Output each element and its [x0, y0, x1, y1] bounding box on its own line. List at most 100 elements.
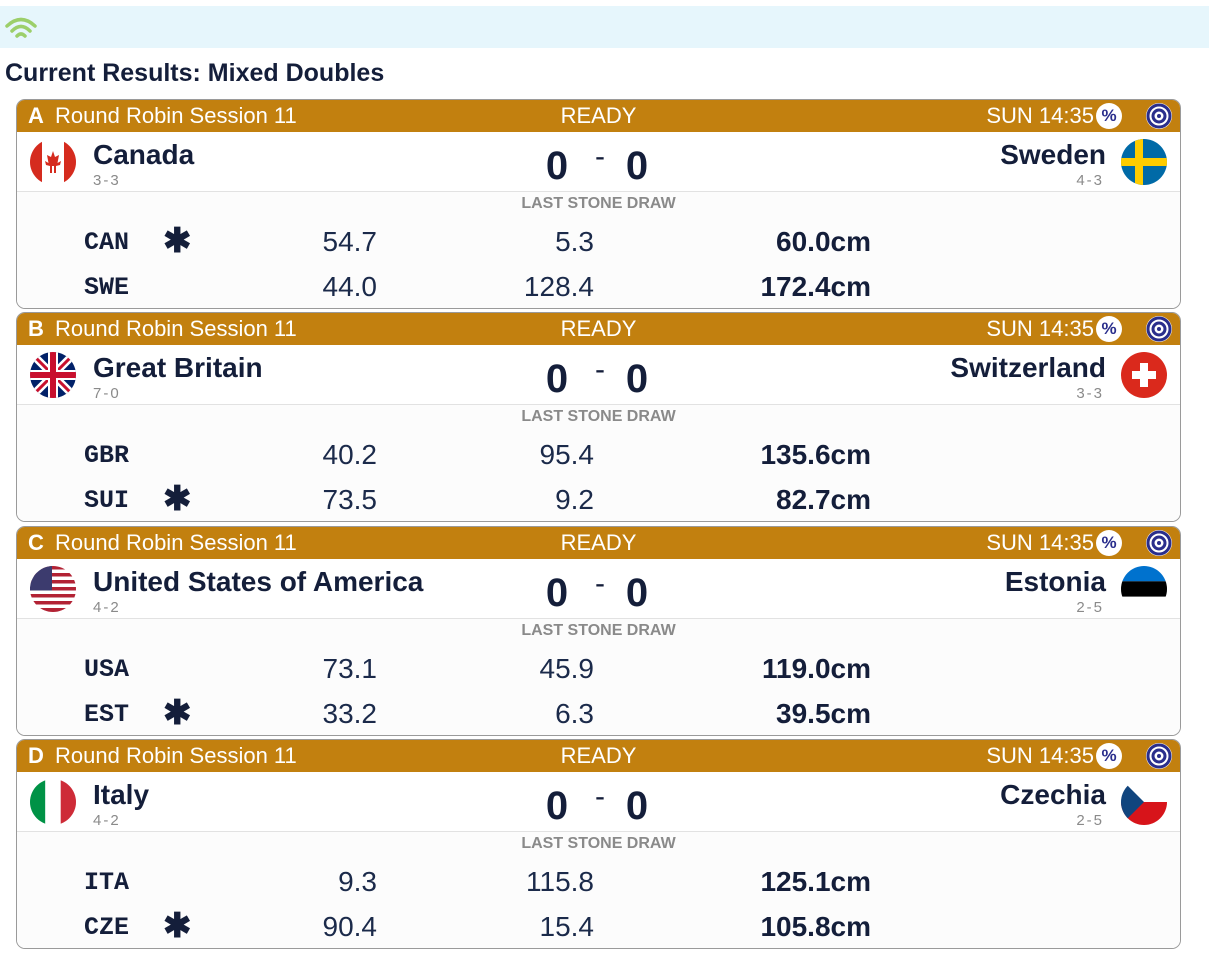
score-left: 0 [545, 784, 569, 828]
lsd-row: CZE ✱ 90.4 15.4 105.8cm [17, 907, 1180, 947]
game-time: SUN 14:35 [986, 316, 1094, 341]
game-header: B Round Robin Session 11 READY SUN 14:35… [17, 313, 1180, 345]
game-time: SUN 14:35 [986, 743, 1094, 768]
percentage-icon[interactable]: % [1096, 103, 1122, 129]
team-code: SUI [84, 486, 130, 515]
hammer-icon: ✱ [163, 907, 192, 945]
game-card[interactable]: A Round Robin Session 11 READY SUN 14:35… [16, 99, 1181, 309]
score-right: 0 [625, 144, 649, 188]
draw-1-value: 44.0 [322, 271, 378, 302]
game-time: SUN 14:35 [986, 530, 1094, 555]
draw-2-value: 6.3 [555, 698, 594, 729]
switzerland-flag-icon [1121, 352, 1167, 398]
draw-1-value: 9.3 [338, 866, 377, 897]
hammer-icon: ✱ [163, 222, 192, 260]
great-britain-flag-icon [30, 352, 76, 398]
score-left: 0 [545, 144, 569, 188]
team-name-left: Canada [93, 139, 195, 170]
percentage-icon[interactable]: % [1096, 743, 1122, 769]
draw-2-value: 15.4 [539, 911, 595, 942]
team-name-left: Great Britain [93, 352, 263, 383]
czechia-flag-icon [1121, 779, 1167, 825]
percentage-icon[interactable]: % [1096, 316, 1122, 342]
lsd-section: LAST STONE DRAW USA 73.1 45.9 119.0cm ES… [17, 618, 1180, 735]
team-record-left: 4-2 [93, 812, 121, 829]
lsd-section: LAST STONE DRAW GBR 40.2 95.4 135.6cm SU… [17, 404, 1180, 521]
team-code: EST [84, 700, 130, 729]
sweden-flag-icon [1121, 139, 1167, 185]
score-right: 0 [625, 571, 649, 615]
team-name-left: United States of America [93, 566, 424, 597]
team-name-right: Sweden [1000, 139, 1106, 170]
score-separator: - [595, 567, 605, 600]
team-code: GBR [84, 441, 130, 470]
score-right: 0 [625, 357, 649, 401]
page-title: Current Results: Mixed Doubles [5, 59, 385, 87]
draw-1-value: 73.5 [322, 484, 378, 515]
draw-2-value: 115.8 [526, 866, 594, 897]
game-card[interactable]: B Round Robin Session 11 READY SUN 14:35… [16, 312, 1181, 522]
lsd-total: 82.7cm [776, 484, 871, 515]
team-name-left: Italy [93, 779, 150, 810]
score-separator: - [595, 780, 605, 813]
lsd-section: LAST STONE DRAW CAN ✱ 54.7 5.3 60.0cm SW… [17, 191, 1180, 308]
team-code: CZE [84, 913, 130, 942]
percentage-icon[interactable]: % [1096, 530, 1122, 556]
target-icon[interactable] [1146, 103, 1172, 129]
draw-1-value: 73.1 [322, 653, 378, 684]
lsd-label: LAST STONE DRAW [521, 408, 676, 425]
lsd-total: 125.1cm [760, 866, 871, 897]
lsd-row: USA 73.1 45.9 119.0cm [17, 649, 1180, 689]
draw-2-value: 9.2 [555, 484, 594, 515]
team-record-left: 3-3 [93, 172, 121, 189]
top-bar [0, 6, 1209, 48]
lsd-row: GBR 40.2 95.4 135.6cm [17, 435, 1180, 475]
team-name-right: Estonia [1004, 566, 1106, 597]
draw-1-value: 54.7 [322, 226, 378, 257]
score-left: 0 [545, 571, 569, 615]
target-icon[interactable] [1146, 530, 1172, 556]
score-separator: - [595, 353, 605, 386]
team-record-right: 3-3 [1076, 385, 1104, 402]
team-code: CAN [84, 228, 130, 257]
draw-2-value: 45.9 [539, 653, 595, 684]
wifi-icon [5, 17, 37, 38]
game-card[interactable]: D Round Robin Session 11 READY SUN 14:35… [16, 739, 1181, 949]
lsd-label: LAST STONE DRAW [521, 195, 676, 212]
lsd-total: 172.4cm [760, 271, 871, 302]
target-icon[interactable] [1146, 316, 1172, 342]
estonia-flag-icon [1121, 566, 1167, 612]
team-name-right: Czechia [1000, 779, 1106, 810]
lsd-row: ITA 9.3 115.8 125.1cm [17, 862, 1180, 902]
lsd-row: SWE 44.0 128.4 172.4cm [17, 267, 1180, 307]
team-record-left: 7-0 [93, 385, 121, 402]
draw-2-value: 95.4 [539, 439, 595, 470]
lsd-row: SUI ✱ 73.5 9.2 82.7cm [17, 480, 1180, 520]
lsd-total: 105.8cm [760, 911, 871, 942]
team-code: SWE [84, 273, 130, 302]
score-left: 0 [545, 357, 569, 401]
usa-flag-icon [30, 566, 76, 612]
team-name-right: Switzerland [950, 352, 1106, 383]
draw-2-value: 5.3 [555, 226, 594, 257]
team-record-right: 2-5 [1076, 812, 1104, 829]
score-right: 0 [625, 784, 649, 828]
lsd-total: 119.0cm [762, 653, 871, 684]
draw-1-value: 33.2 [322, 698, 378, 729]
draw-2-value: 128.4 [523, 271, 594, 302]
lsd-total: 39.5cm [776, 698, 871, 729]
game-card[interactable]: C Round Robin Session 11 READY SUN 14:35… [16, 526, 1181, 736]
lsd-total: 60.0cm [776, 226, 871, 257]
game-header: A Round Robin Session 11 READY SUN 14:35… [17, 100, 1180, 132]
italy-flag-icon [30, 779, 76, 825]
score-separator: - [595, 140, 605, 173]
lsd-label: LAST STONE DRAW [521, 622, 676, 639]
game-header: C Round Robin Session 11 READY SUN 14:35… [17, 527, 1180, 559]
hammer-icon: ✱ [163, 694, 192, 732]
lsd-total: 135.6cm [760, 439, 871, 470]
team-record-right: 2-5 [1076, 599, 1104, 616]
target-icon[interactable] [1146, 743, 1172, 769]
game-header: D Round Robin Session 11 READY SUN 14:35… [17, 740, 1180, 772]
lsd-label: LAST STONE DRAW [521, 835, 676, 852]
lsd-row: CAN ✱ 54.7 5.3 60.0cm [17, 222, 1180, 262]
